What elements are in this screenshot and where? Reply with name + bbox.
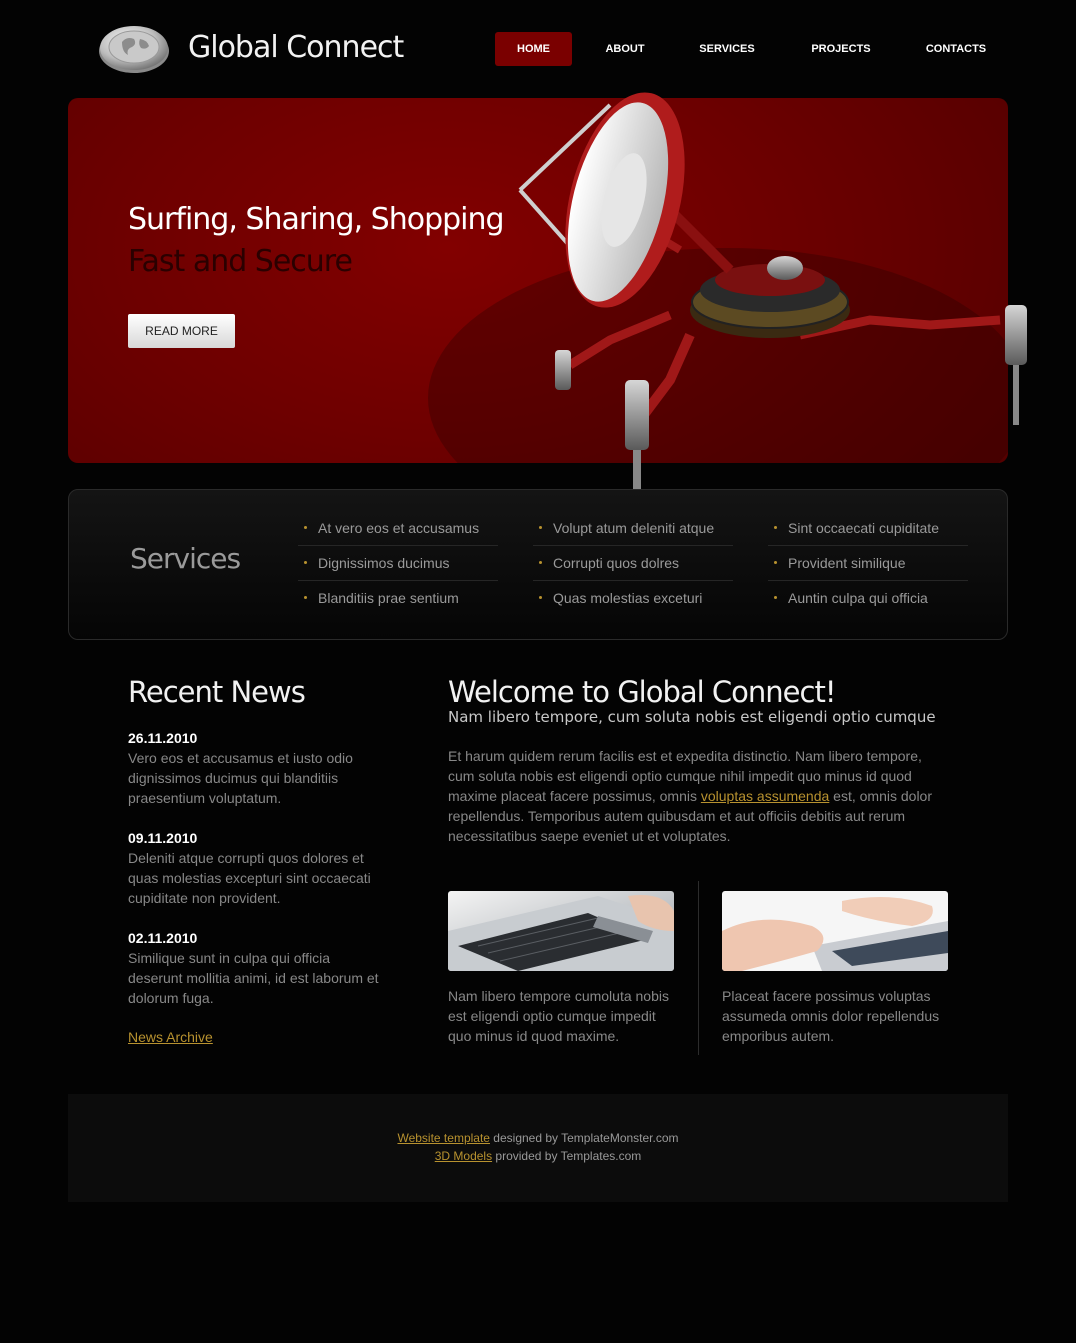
services-column-1: At vero eos et accusamus Dignissimos duc…: [298, 511, 498, 615]
bullet-icon: [304, 596, 307, 599]
feature-caption: Nam libero tempore cumoluta nobis est el…: [448, 988, 669, 1044]
nav-contacts[interactable]: CONTACTS: [919, 32, 993, 66]
nav-home[interactable]: HOME: [495, 32, 572, 66]
services-column-3: Sint occaecati cupiditate Provident simi…: [768, 511, 968, 615]
voluptas-assumenda-link[interactable]: voluptas assumenda: [701, 788, 829, 804]
read-more-button[interactable]: READ MORE: [128, 314, 235, 348]
service-item[interactable]: Volupt atum deleniti atque: [533, 511, 733, 546]
nav-projects[interactable]: PROJECTS: [804, 32, 878, 66]
nav-services[interactable]: SERVICES: [691, 32, 763, 66]
bullet-icon: [539, 561, 542, 564]
column-divider: [698, 881, 699, 1055]
brand-name[interactable]: Global Connect: [188, 30, 404, 65]
feature-caption: Placeat facere possimus voluptas assumed…: [722, 988, 940, 1044]
service-item[interactable]: Quas molestias exceturi: [533, 581, 733, 615]
news-text: Similique sunt in culpa qui officia dese…: [128, 950, 379, 1006]
welcome-body: Et harum quidem rerum facilis est et exp…: [448, 748, 933, 844]
nav-about[interactable]: ABOUT: [595, 32, 655, 66]
news-text: Deleniti atque corrupti quos dolores et …: [128, 850, 371, 906]
service-item[interactable]: At vero eos et accusamus: [298, 511, 498, 546]
service-item[interactable]: Provident similique: [768, 546, 968, 581]
3d-models-link[interactable]: 3D Models: [435, 1149, 492, 1163]
banner-headline: Surfing, Sharing, Shopping: [128, 202, 505, 237]
news-item: 26.11.2010 Vero eos et accusamus et iust…: [128, 728, 388, 808]
bullet-icon: [774, 526, 777, 529]
news-date: 26.11.2010: [128, 730, 198, 746]
website-template-link[interactable]: Website template: [397, 1131, 490, 1145]
service-item[interactable]: Sint occaecati cupiditate: [768, 511, 968, 546]
footer: Website template designed by TemplateMon…: [68, 1094, 1008, 1202]
footer-credit-template: Website template designed by TemplateMon…: [397, 1131, 679, 1145]
bullet-icon: [304, 561, 307, 564]
news-item: 09.11.2010 Deleniti atque corrupti quos …: [128, 828, 388, 908]
banner-subheadline: Fast and Secure: [128, 244, 353, 279]
news-title: Recent News: [128, 675, 306, 709]
bullet-icon: [774, 561, 777, 564]
service-item[interactable]: Auntin culpa qui officia: [768, 581, 968, 615]
welcome-title: Welcome to Global Connect!: [448, 675, 836, 709]
services-title: Services: [130, 542, 241, 575]
footer-credit-models: 3D Models provided by Templates.com: [434, 1149, 642, 1163]
laptop-keyboard-card-photo: [448, 891, 674, 971]
service-item[interactable]: Dignissimos ducimus: [298, 546, 498, 581]
globe-icon[interactable]: [98, 22, 170, 74]
welcome-subtitle: Nam libero tempore, cum soluta nobis est…: [448, 708, 936, 726]
hands-typing-photo: [722, 891, 948, 971]
service-item[interactable]: Blanditiis prae sentium: [298, 581, 498, 615]
bullet-icon: [304, 526, 307, 529]
news-date: 09.11.2010: [128, 830, 198, 846]
news-archive-link[interactable]: News Archive: [128, 1029, 213, 1045]
news-date: 02.11.2010: [128, 930, 198, 946]
news-text: Vero eos et accusamus et iusto odio dign…: [128, 750, 353, 806]
bullet-icon: [539, 526, 542, 529]
services-panel: Services At vero eos et accusamus Dignis…: [68, 489, 1008, 640]
satellite-robot-icon: [518, 92, 1027, 495]
bullet-icon: [539, 596, 542, 599]
service-item[interactable]: Corrupti quos dolres: [533, 546, 733, 581]
bullet-icon: [774, 596, 777, 599]
services-column-2: Volupt atum deleniti atque Corrupti quos…: [533, 511, 733, 615]
news-item: 02.11.2010 Similique sunt in culpa qui o…: [128, 928, 388, 1008]
